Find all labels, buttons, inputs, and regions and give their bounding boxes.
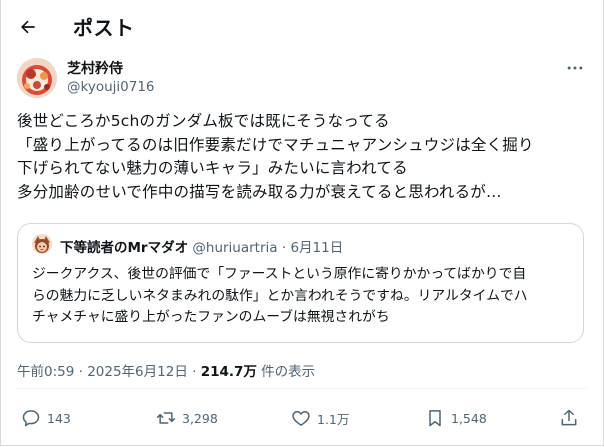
bookmark-count: 1,548 — [451, 410, 487, 426]
tweet-text: 後世どころか5chのガンダム板では既にそうなってる 「盛り上がってるのは旧作要素… — [17, 110, 589, 204]
more-icon — [567, 66, 583, 70]
tweet-line: 「盛り上がってるのは旧作要素だけでマチュニャアンシュウジは全く掘り — [17, 135, 534, 154]
quote-author-handle: @huriuartria — [192, 240, 278, 256]
quote-author-name: 下等読者のMrマダオ — [60, 240, 189, 256]
post-metadata: 午前0:59 · 2025年6月12日 · 214.7万 件の表示 — [17, 360, 315, 380]
page-title: ポスト — [73, 16, 135, 40]
reply-button[interactable]: 143 — [21, 404, 71, 432]
quote-avatar-image — [32, 234, 52, 254]
heart-icon — [292, 411, 310, 426]
author-handle[interactable]: @kyouji0716 — [67, 79, 155, 95]
repost-button[interactable]: 3,298 — [156, 404, 218, 432]
reply-count: 143 — [47, 410, 71, 426]
back-button[interactable] — [11, 10, 45, 44]
share-icon — [561, 409, 577, 426]
bookmark-button[interactable]: 1,548 — [425, 404, 487, 432]
view-count: 214.7万 — [200, 364, 257, 380]
arrow-left-icon — [21, 20, 35, 34]
reply-icon — [22, 410, 40, 427]
author-name[interactable]: 芝村矜侍 — [67, 58, 123, 78]
tweet-line: 多分加齢のせいで作中の描写を読み取る力が衰えてると思われるが… — [17, 182, 502, 201]
view-count-label: 件の表示 — [256, 364, 316, 380]
quote-text: ジークアクス、後世の評価で「ファーストという原作に寄りかかってばかりで自 らの魅… — [32, 264, 572, 329]
quote-line: ジークアクス、後世の評価で「ファーストという原作に寄りかかってばかりで自 — [32, 266, 527, 282]
avatar[interactable] — [17, 58, 57, 98]
repost-count: 3,298 — [182, 410, 218, 426]
repost-icon — [156, 412, 176, 424]
post-timestamp[interactable]: 午前0:59 · 2025年6月12日 · — [17, 364, 201, 380]
action-bar: 143 3,298 1.1万 1,548 — [1, 400, 603, 436]
quote-header: 下等読者のMrマダオ @huriuartria · 6月11日 — [60, 236, 343, 256]
quote-avatar — [32, 234, 52, 254]
more-options-button[interactable] — [559, 54, 591, 82]
avatar-image — [17, 58, 57, 98]
share-button[interactable] — [559, 404, 585, 432]
quoted-tweet-card[interactable]: 下等読者のMrマダオ @huriuartria · 6月11日 ジークアクス、後… — [17, 223, 584, 343]
like-count: 1.1万 — [317, 411, 350, 427]
quote-line: らの魅力に乏しいネタまみれの駄作」とか言われそうですね。リアルタイムでハ — [32, 287, 528, 304]
like-button[interactable]: 1.1万 — [291, 404, 349, 432]
bookmark-icon — [429, 410, 441, 427]
quote-separator: · — [281, 240, 287, 256]
post-detail-panel: ポスト 芝村矜侍 @kyouji0716 後世どころか5chのガンダム板では既に… — [0, 0, 604, 446]
quote-line: チャメチャに盛り上がったファンのムーブは無視されがち — [32, 309, 390, 325]
tweet-line: 下げられてない魅力の薄いキャラ」みたいに言われてる — [17, 159, 408, 177]
quote-date: 6月11日 — [290, 240, 344, 256]
tweet-line: 後世どころか5chのガンダム板では既にそうなってる — [17, 112, 390, 130]
header: ポスト — [1, 0, 603, 52]
divider — [17, 388, 587, 389]
